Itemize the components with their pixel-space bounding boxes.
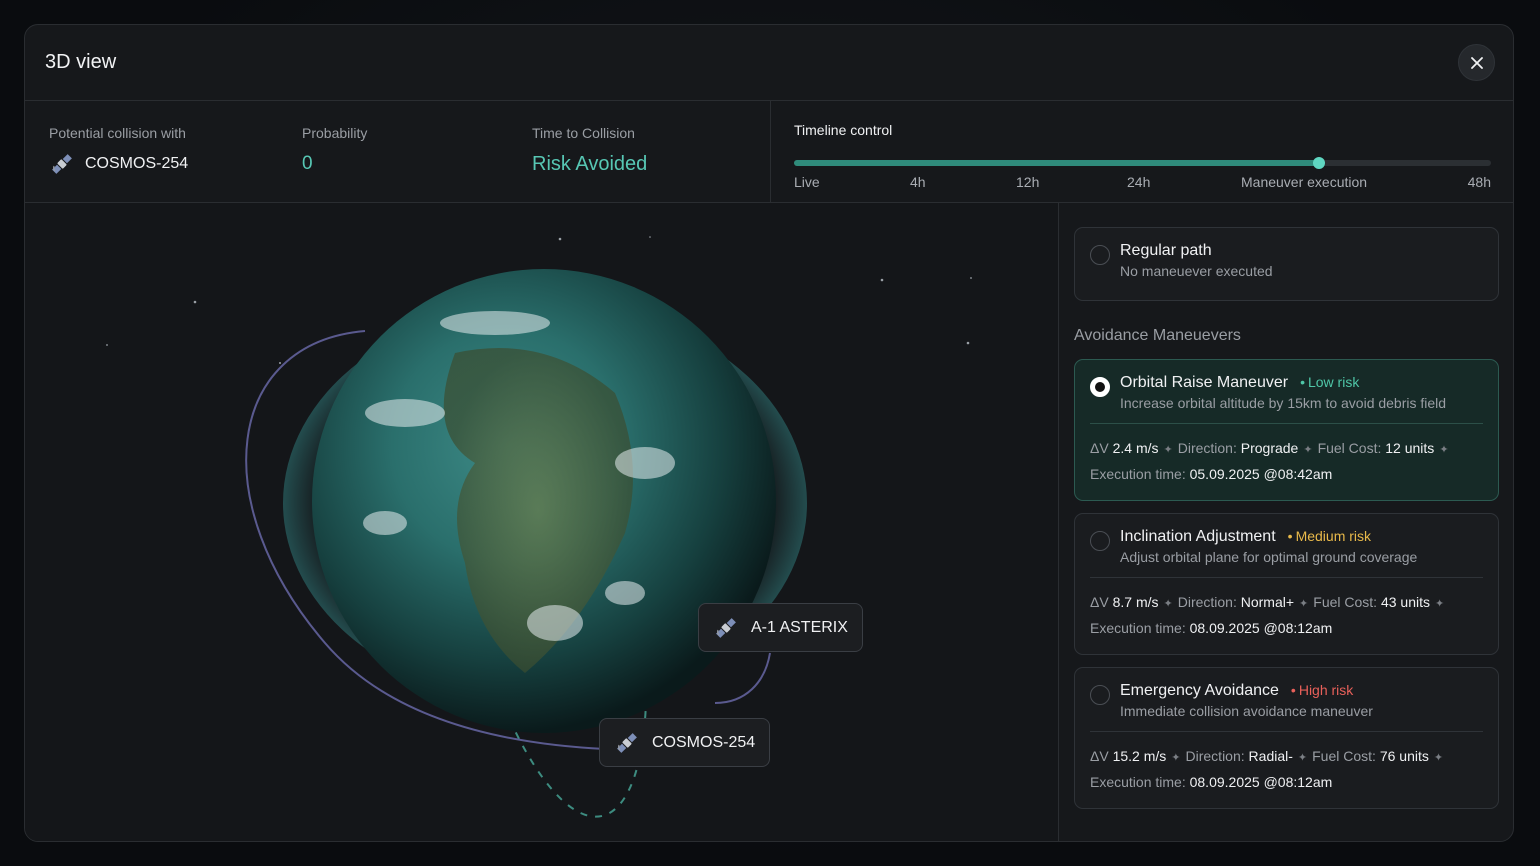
execution-value: 08.09.2025 @08:12am (1190, 620, 1333, 636)
probability-value: 0 (302, 151, 532, 177)
fuel-value: 76 units (1380, 748, 1429, 764)
collision-info-row: Potential collision with COSMOS-254 Prob… (25, 101, 1513, 203)
direction-value: Normal+ (1241, 594, 1294, 610)
risk-badge: High risk (1291, 682, 1353, 698)
separator-icon: ✦ (1298, 752, 1307, 764)
option-title: Inclination Adjustment (1120, 528, 1276, 546)
maneuver-specs: ΔV 15.2 m/s ✦ Direction: Radial- ✦ Fuel Cost… (1090, 744, 1483, 794)
dv-label: ΔV (1090, 594, 1109, 610)
time-to-collision-block: Time to Collision Risk Avoided (532, 125, 647, 202)
timeline-slider-thumb[interactable] (1313, 157, 1325, 169)
main-content: A-1 ASTERIX COSMOS-254 (25, 203, 1513, 841)
direction-value: Radial- (1249, 748, 1293, 764)
separator-icon: ✦ (1164, 444, 1173, 456)
execution-value: 05.09.2025 @08:42am (1190, 466, 1333, 482)
timeline-tick[interactable]: 4h (910, 174, 926, 190)
timeline-tick[interactable]: 48h (1468, 174, 1491, 190)
divider (1090, 731, 1483, 732)
timeline-control: Timeline control Live 4h 12h 24h Maneuve… (771, 101, 1513, 202)
maneuver-specs: ΔV 8.7 m/s ✦ Direction: Normal+ ✦ Fuel Cost:… (1090, 590, 1483, 640)
execution-value: 08.09.2025 @08:12am (1190, 774, 1333, 790)
time-to-collision-value: Risk Avoided (532, 151, 647, 177)
separator-icon: ✦ (1299, 598, 1308, 610)
modal-title: 3D view (45, 51, 116, 74)
dv-label: ΔV (1090, 748, 1109, 764)
maneuver-option-emergency-avoidance[interactable]: Emergency Avoidance High risk Immediate … (1074, 667, 1499, 809)
execution-label: Execution time: (1090, 620, 1186, 636)
option-subtitle: No maneuever executed (1120, 263, 1273, 279)
dv-value: 2.4 m/s (1113, 440, 1159, 456)
direction-value: Prograde (1241, 440, 1299, 456)
maneuver-panel: Regular path No maneuever executed Avoid… (1059, 203, 1513, 841)
3d-view-modal: 3D view Potential collision with (24, 24, 1514, 842)
separator-icon: ✦ (1434, 752, 1443, 764)
modal-header: 3D view (25, 25, 1513, 101)
risk-badge: Medium risk (1288, 528, 1371, 544)
satellite-icon (49, 151, 75, 177)
radio-button-selected[interactable] (1090, 377, 1110, 397)
separator-icon: ✦ (1439, 444, 1448, 456)
satellite-icon (614, 730, 640, 756)
execution-label: Execution time: (1090, 466, 1186, 482)
timeline-title: Timeline control (794, 122, 1491, 138)
regular-path-option[interactable]: Regular path No maneuever executed (1074, 227, 1499, 301)
radio-button[interactable] (1090, 531, 1110, 551)
option-title: Regular path (1120, 242, 1273, 260)
probability-block: Probability 0 (302, 125, 532, 202)
separator-icon: ✦ (1303, 444, 1312, 456)
satellite-name: COSMOS-254 (652, 734, 755, 752)
fuel-value: 43 units (1381, 594, 1430, 610)
collision-object: COSMOS-254 (49, 151, 302, 177)
collision-object-name: COSMOS-254 (85, 155, 188, 173)
satellite-label-a1-asterix[interactable]: A-1 ASTERIX (698, 603, 863, 652)
maneuver-option-inclination-adjustment[interactable]: Inclination Adjustment Medium risk Adjus… (1074, 513, 1499, 655)
collision-label: Potential collision with (49, 125, 302, 141)
option-description: Immediate collision avoidance maneuver (1120, 703, 1373, 719)
separator-icon: ✦ (1435, 598, 1444, 610)
satellite-label-cosmos-254[interactable]: COSMOS-254 (599, 718, 770, 767)
close-icon (1471, 57, 1483, 69)
earth-orbit-visual (25, 203, 1059, 841)
timeline-tick[interactable]: 24h (1127, 174, 1150, 190)
option-description: Increase orbital altitude by 15km to avo… (1120, 395, 1446, 411)
separator-icon: ✦ (1164, 598, 1173, 610)
separator-icon: ✦ (1171, 752, 1180, 764)
fuel-label: Fuel Cost: (1312, 748, 1376, 764)
avoidance-section-title: Avoidance Maneuevers (1074, 327, 1499, 345)
maneuver-option-orbital-raise[interactable]: Orbital Raise Maneuver Low risk Increase… (1074, 359, 1499, 501)
dv-value: 8.7 m/s (1113, 594, 1159, 610)
direction-label: Direction: (1178, 594, 1237, 610)
timeline-slider[interactable] (794, 160, 1491, 166)
fuel-label: Fuel Cost: (1313, 594, 1377, 610)
probability-label: Probability (302, 125, 532, 141)
option-description: Adjust orbital plane for optimal ground … (1120, 549, 1417, 565)
collision-summary: Potential collision with COSMOS-254 Prob… (25, 101, 771, 202)
divider (1090, 423, 1483, 424)
3d-scene[interactable]: A-1 ASTERIX COSMOS-254 (25, 203, 1059, 841)
radio-button[interactable] (1090, 685, 1110, 705)
maneuver-specs: ΔV 2.4 m/s ✦ Direction: Prograde ✦ Fuel Cost… (1090, 436, 1483, 486)
direction-label: Direction: (1178, 440, 1237, 456)
radio-button[interactable] (1090, 245, 1110, 265)
divider (1090, 577, 1483, 578)
dv-label: ΔV (1090, 440, 1109, 456)
option-title: Emergency Avoidance (1120, 682, 1279, 700)
close-button[interactable] (1458, 44, 1495, 81)
time-to-collision-label: Time to Collision (532, 125, 647, 141)
dv-value: 15.2 m/s (1113, 748, 1167, 764)
risk-badge: Low risk (1300, 374, 1359, 390)
timeline-ticks: Live 4h 12h 24h Maneuver execution 48h (794, 174, 1491, 192)
satellite-icon (713, 615, 739, 641)
execution-label: Execution time: (1090, 774, 1186, 790)
option-title: Orbital Raise Maneuver (1120, 374, 1288, 392)
timeline-tick[interactable]: Maneuver execution (1241, 174, 1367, 190)
collision-object-block: Potential collision with COSMOS-254 (49, 125, 302, 202)
timeline-tick[interactable]: 12h (1016, 174, 1039, 190)
fuel-value: 12 units (1385, 440, 1434, 456)
timeline-tick[interactable]: Live (794, 174, 820, 190)
timeline-slider-fill (794, 160, 1319, 166)
satellite-name: A-1 ASTERIX (751, 619, 848, 637)
direction-label: Direction: (1186, 748, 1245, 764)
fuel-label: Fuel Cost: (1318, 440, 1382, 456)
